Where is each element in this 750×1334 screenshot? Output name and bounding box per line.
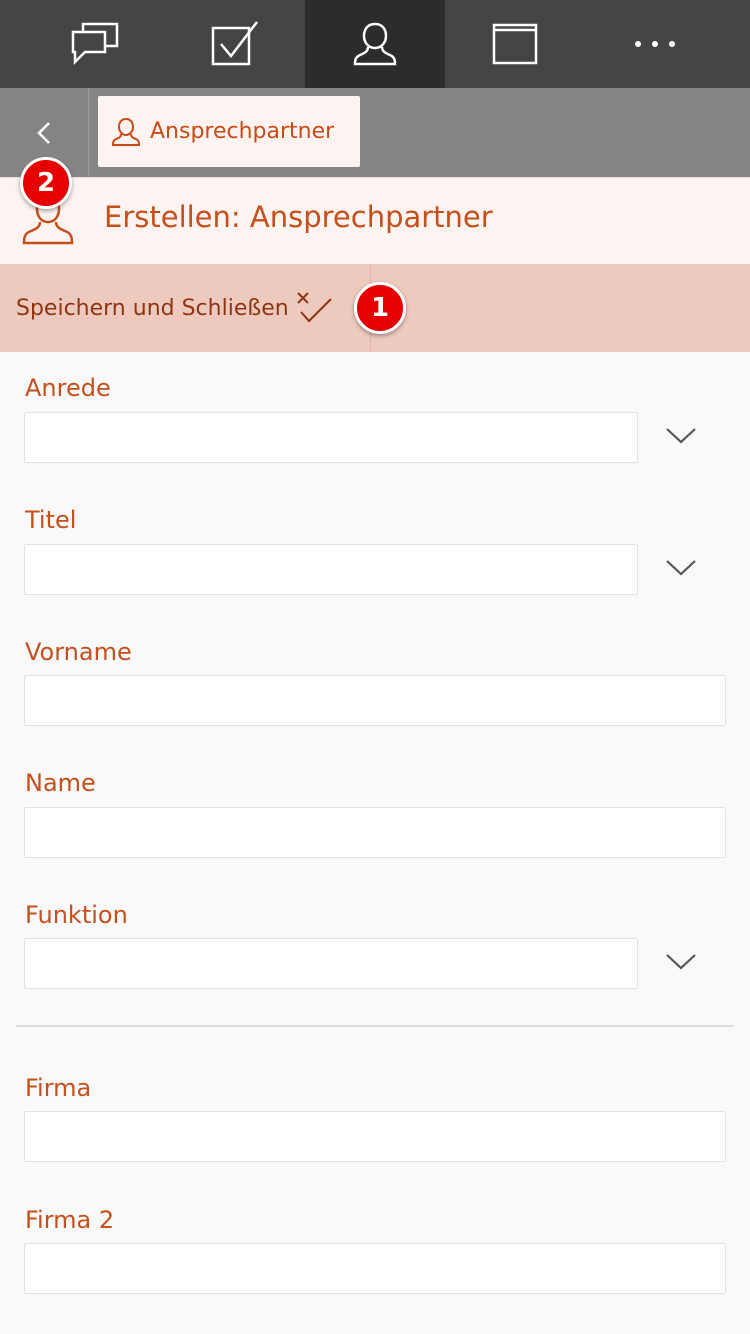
nav-chat[interactable] — [25, 0, 165, 88]
person-icon — [112, 117, 140, 146]
funktion-label: Funktion — [25, 901, 128, 929]
chat-bubbles-icon — [71, 22, 119, 66]
annotation-badge-2: 2 — [20, 157, 72, 209]
save-and-close-label: Speichern und Schließen — [16, 295, 289, 321]
name-field[interactable] — [24, 807, 726, 858]
section-divider — [16, 1025, 734, 1027]
nav-window[interactable] — [445, 0, 585, 88]
top-navigation — [0, 0, 750, 88]
breadcrumb-tab-ansprechpartner[interactable]: Ansprechpartner — [98, 96, 360, 167]
person-icon — [353, 22, 397, 66]
anrede-select[interactable] — [24, 412, 638, 463]
save-close-check-icon — [296, 292, 332, 323]
save-and-close-button[interactable]: Speichern und Schließen — [0, 264, 371, 352]
chevron-down-icon[interactable] — [664, 558, 698, 578]
titel-select[interactable] — [24, 544, 638, 595]
firma2-label: Firma 2 — [25, 1206, 115, 1234]
funktion-select[interactable] — [24, 938, 638, 989]
nav-tasks[interactable] — [165, 0, 305, 88]
firma-field[interactable] — [24, 1111, 726, 1162]
chevron-down-icon[interactable] — [664, 952, 698, 972]
chevron-down-icon[interactable] — [664, 426, 698, 446]
breadcrumb-tab-label: Ansprechpartner — [150, 119, 335, 144]
nav-more[interactable] — [585, 0, 725, 88]
checkbox-icon — [211, 21, 258, 66]
page-header: Erstellen: Ansprechpartner — [0, 177, 750, 264]
firma2-field[interactable] — [24, 1243, 726, 1294]
window-icon — [492, 23, 538, 65]
nav-contacts[interactable] — [305, 0, 445, 88]
vorname-label: Vorname — [25, 638, 132, 666]
page-title: Erstellen: Ansprechpartner — [104, 200, 493, 234]
firma-label: Firma — [25, 1074, 92, 1102]
chevron-left-icon — [37, 121, 50, 144]
name-label: Name — [25, 769, 96, 797]
breadcrumb: Ansprechpartner — [0, 88, 750, 177]
anrede-label: Anrede — [25, 374, 111, 402]
more-dots-icon — [635, 41, 675, 47]
titel-label: Titel — [25, 506, 77, 534]
annotation-badge-1: 1 — [354, 282, 406, 334]
vorname-field[interactable] — [24, 675, 726, 726]
